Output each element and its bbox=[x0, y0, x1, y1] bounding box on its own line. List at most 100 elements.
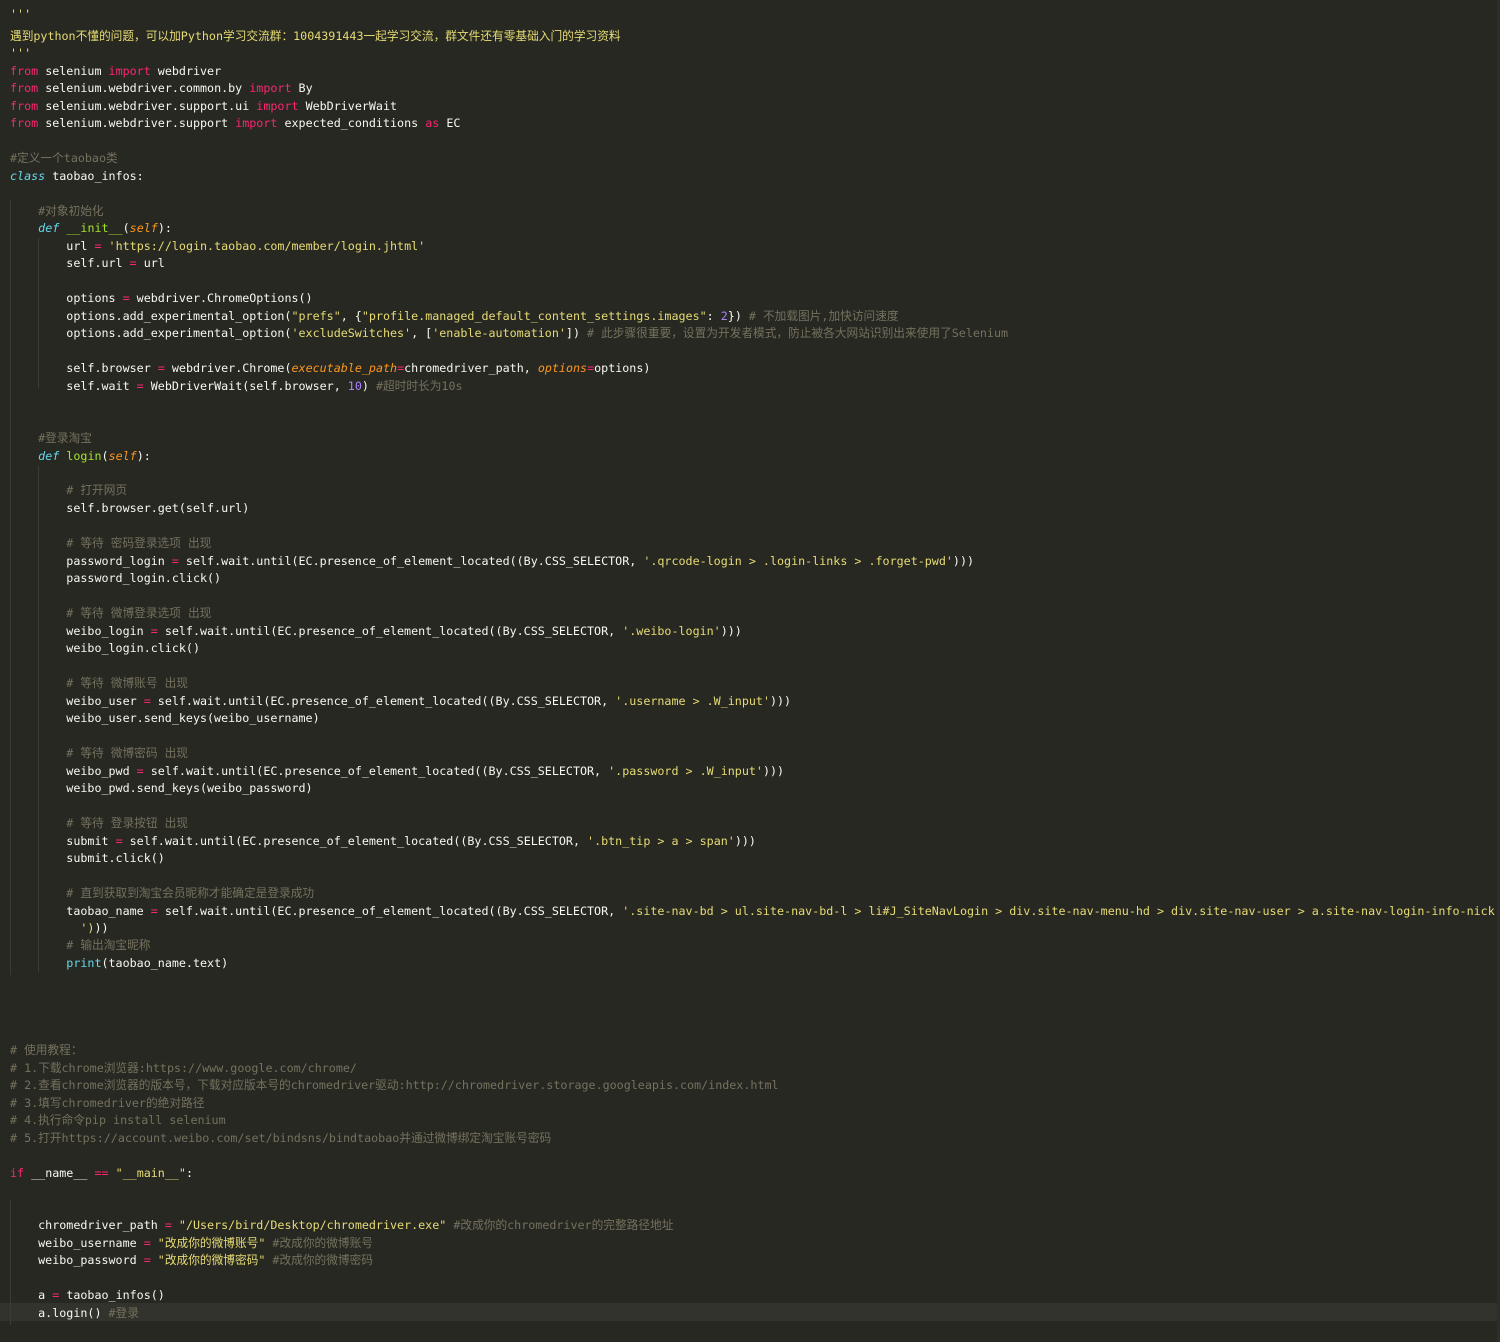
code-line[interactable]: def login(self): bbox=[10, 448, 151, 466]
code-line[interactable]: #对象初始化 bbox=[10, 203, 104, 221]
code-line[interactable]: from selenium.webdriver.support.ui impor… bbox=[10, 98, 397, 116]
code-line[interactable]: self.browser.get(self.url) bbox=[10, 500, 249, 518]
code-line[interactable]: url = 'https://login.taobao.com/member/l… bbox=[10, 238, 425, 256]
code-line[interactable]: from selenium import webdriver bbox=[10, 63, 221, 81]
code-line[interactable]: # 使用教程： bbox=[10, 1042, 83, 1060]
code-token: self.wait bbox=[10, 379, 137, 393]
code-line[interactable]: #定义一个taobao类 bbox=[10, 150, 118, 168]
code-line[interactable]: # 4.执行命令pip install selenium bbox=[10, 1112, 226, 1130]
code-token: if bbox=[10, 1166, 25, 1180]
code-token: #对象初始化 bbox=[10, 204, 104, 218]
code-line[interactable]: # 等待 微博账号 出现 bbox=[10, 675, 188, 693]
code-token: self.wait.until(EC.presence_of_element_l… bbox=[157, 904, 623, 918]
code-token: print bbox=[66, 956, 102, 970]
code-line[interactable]: a = taobao_infos() bbox=[10, 1287, 165, 1305]
code-line[interactable]: # 打开网页 bbox=[10, 482, 127, 500]
code-token: options.add_experimental_option( bbox=[10, 326, 292, 340]
code-line[interactable]: ''' bbox=[10, 6, 31, 24]
code-line[interactable]: options.add_experimental_option("prefs",… bbox=[10, 308, 898, 326]
code-token: = bbox=[157, 361, 165, 375]
code-token: EC bbox=[439, 116, 461, 130]
code-line[interactable]: weibo_login = self.wait.until(EC.presenc… bbox=[10, 623, 742, 641]
code-line[interactable]: self.browser = webdriver.Chrome(executab… bbox=[10, 360, 650, 378]
code-token: ( bbox=[122, 221, 130, 235]
code-token: ))) bbox=[734, 834, 756, 848]
code-token: self bbox=[108, 449, 137, 463]
code-token: # 4.执行命令pip install selenium bbox=[10, 1113, 226, 1127]
code-token: # 使用教程： bbox=[10, 1043, 83, 1057]
code-token: #登录 bbox=[108, 1306, 139, 1320]
code-line[interactable]: # 等待 密码登录选项 出现 bbox=[10, 535, 211, 553]
code-line[interactable]: from selenium.webdriver.support import e… bbox=[10, 115, 460, 133]
code-token: 2 bbox=[720, 309, 728, 323]
code-line[interactable]: password_login = self.wait.until(EC.pres… bbox=[10, 553, 974, 571]
code-token: # 5.打开https://account.weibo.com/set/bind… bbox=[10, 1131, 552, 1145]
code-token: url bbox=[10, 239, 95, 253]
code-line[interactable]: options.add_experimental_option('exclude… bbox=[10, 325, 1008, 343]
code-token: import bbox=[249, 81, 292, 95]
code-line[interactable]: weibo_password = "改成你的微博密码" #改成你的微博密码 bbox=[10, 1252, 373, 1270]
code-line[interactable]: chromedriver_path = "/Users/bird/Desktop… bbox=[10, 1217, 673, 1235]
code-token: self.wait.until(EC.presence_of_element_l… bbox=[178, 554, 644, 568]
code-line[interactable]: # 直到获取到淘宝会员昵称才能确定是登录成功 bbox=[10, 885, 314, 903]
code-line[interactable]: #登录淘宝 bbox=[10, 430, 92, 448]
code-line[interactable]: ''' bbox=[10, 45, 31, 63]
code-editor[interactable]: ''' 遇到python不懂的问题，可以加Python学习交流群：10043914… bbox=[0, 0, 1500, 1342]
code-line[interactable]: # 5.打开https://account.weibo.com/set/bind… bbox=[10, 1130, 551, 1148]
code-token: 'excludeSwitches' bbox=[291, 326, 412, 340]
code-line[interactable]: submit.click() bbox=[10, 850, 165, 868]
code-token: By bbox=[291, 81, 313, 95]
code-token: executable_path bbox=[291, 361, 398, 375]
code-token: weibo_username bbox=[10, 1236, 144, 1250]
code-line[interactable]: # 输出淘宝昵称 bbox=[10, 937, 150, 955]
code-token: submit bbox=[10, 834, 116, 848]
code-token: import bbox=[235, 116, 278, 130]
code-line[interactable]: submit = self.wait.until(EC.presence_of_… bbox=[10, 833, 756, 851]
code-line[interactable]: if __name__ == "__main__": bbox=[10, 1165, 193, 1183]
code-token: '.qrcode-login > .login-links > .forget-… bbox=[643, 554, 953, 568]
code-line[interactable]: print(taobao_name.text) bbox=[10, 955, 228, 973]
code-line[interactable]: class taobao_infos: bbox=[10, 168, 144, 186]
code-token: = bbox=[150, 904, 158, 918]
code-line[interactable]: # 等待 微博密码 出现 bbox=[10, 745, 188, 763]
code-line[interactable]: weibo_user.send_keys(weibo_username) bbox=[10, 710, 319, 728]
code-line[interactable]: password_login.click() bbox=[10, 570, 221, 588]
code-token: options bbox=[10, 291, 123, 305]
code-line[interactable]: weibo_username = "改成你的微博账号" #改成你的微博账号 bbox=[10, 1235, 373, 1253]
code-line[interactable]: from selenium.webdriver.common.by import… bbox=[10, 80, 313, 98]
code-token: '.password > .W_input' bbox=[608, 764, 763, 778]
code-line[interactable]: weibo_login.click() bbox=[10, 640, 200, 658]
code-line[interactable]: weibo_pwd = self.wait.until(EC.presence_… bbox=[10, 763, 784, 781]
code-token: __init__ bbox=[66, 221, 123, 235]
code-token: = bbox=[129, 256, 137, 270]
code-line[interactable]: # 等待 登录按钮 出现 bbox=[10, 815, 188, 833]
code-token: weibo_pwd.send_keys(weibo_password) bbox=[10, 781, 313, 795]
code-line[interactable]: # 3.填写chromedriver的绝对路径 bbox=[10, 1095, 204, 1113]
code-line[interactable]: weibo_user = self.wait.until(EC.presence… bbox=[10, 693, 791, 711]
code-token: ): bbox=[157, 221, 172, 235]
code-token: from bbox=[10, 64, 39, 78]
code-line[interactable]: weibo_pwd.send_keys(weibo_password) bbox=[10, 780, 313, 798]
code-line[interactable]: # 2.查看chrome浏览器的版本号，下载对应版本号的chromedriver… bbox=[10, 1077, 779, 1095]
code-line[interactable]: 遇到python不懂的问题，可以加Python学习交流群：1004391443一… bbox=[10, 28, 621, 46]
code-line[interactable]: taobao_name = self.wait.until(EC.presenc… bbox=[10, 903, 1494, 921]
code-line[interactable]: def __init__(self): bbox=[10, 220, 172, 238]
code-line[interactable]: options = webdriver.ChromeOptions() bbox=[10, 290, 312, 308]
code-line[interactable]: # 等待 微博登录选项 出现 bbox=[10, 605, 211, 623]
code-line[interactable]: self.wait = WebDriverWait(self.browser, … bbox=[10, 378, 462, 396]
code-line[interactable]: # 1.下载chrome浏览器:https://www.google.com/c… bbox=[10, 1060, 357, 1078]
code-line[interactable]: a.login() #登录 bbox=[10, 1305, 139, 1323]
code-token: 10 bbox=[347, 379, 362, 393]
code-token: # 等待 微博登录选项 出现 bbox=[10, 606, 212, 620]
code-token: taobao_infos: bbox=[45, 169, 144, 183]
code-line[interactable]: self.url = url bbox=[10, 255, 165, 273]
code-token: "改成你的微博密码" bbox=[157, 1253, 266, 1267]
code-token: = bbox=[150, 624, 158, 638]
code-token: selenium bbox=[38, 64, 109, 78]
code-line[interactable]: '))) bbox=[10, 920, 108, 938]
code-token: = bbox=[143, 1236, 151, 1250]
code-token: __name__ bbox=[24, 1166, 95, 1180]
code-token: selenium.webdriver.support bbox=[38, 116, 236, 130]
